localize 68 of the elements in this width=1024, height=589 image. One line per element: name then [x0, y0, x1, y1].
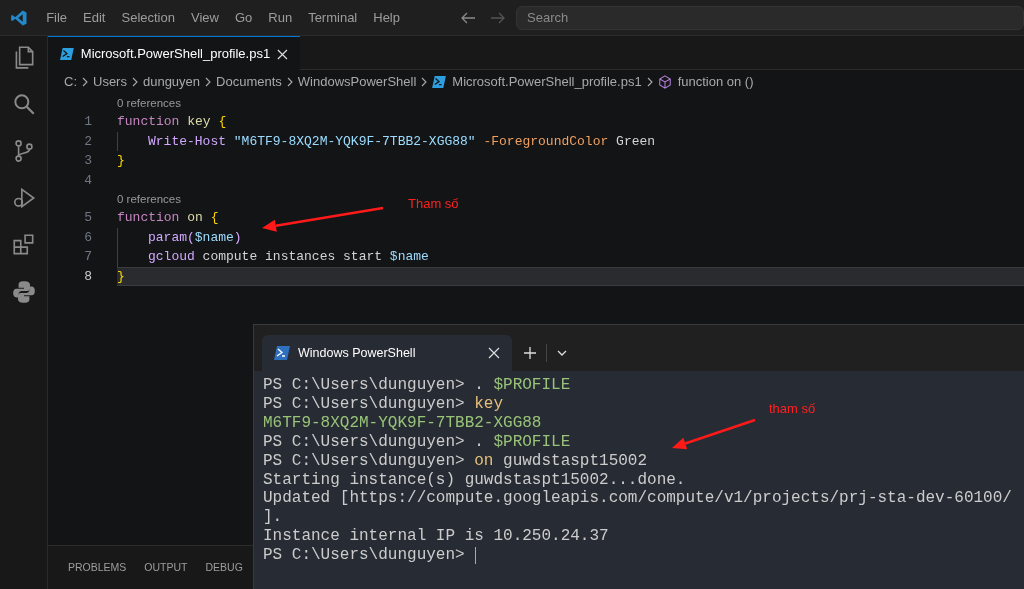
powershell-icon — [432, 76, 447, 88]
menu-item[interactable]: Selection — [113, 7, 183, 28]
panel-tab[interactable]: DEBUG — [205, 559, 243, 576]
code-line: function key { — [117, 113, 227, 131]
code-line: gcloud compute instances start $name — [148, 248, 429, 266]
breadcrumb-item[interactable]: Microsoft.PowerShell_profile.ps1 — [432, 72, 642, 92]
terminal-line: Starting instance(s) guwdstaspt15002...done. — [263, 470, 686, 490]
terminal-line: M6TF9-8XQ2M-YQK9F-7TBB2-XGG88 — [263, 413, 542, 433]
terminal-line: PS C:\Users\dunguyen> — [263, 546, 477, 566]
line-number: 2 — [83, 132, 92, 151]
code-line: function on { — [117, 209, 219, 227]
python-icon[interactable] — [10, 279, 37, 305]
terminal-line: PS C:\Users\dunguyen> key — [263, 394, 504, 414]
terminal-line: Updated [https://compute.googleapis.com/compute/v1/projects/prj-sta-dev-60100/ — [263, 489, 1012, 509]
terminal-line: PS C:\Users\dunguyen> . $PROFILE — [263, 376, 571, 395]
menu-item[interactable]: Terminal — [300, 7, 366, 28]
cube-icon — [657, 75, 672, 89]
code-line: param($name) — [148, 228, 242, 247]
line-number: 3 — [83, 152, 92, 170]
terminal-tab-title: Windows PowerShell — [298, 344, 417, 362]
line-number: 4 — [83, 171, 92, 190]
editor-tab[interactable]: Microsoft.PowerShell_profile.ps1 — [48, 36, 300, 71]
panel-tab[interactable]: OUTPUT — [144, 559, 188, 576]
chevron-right-icon — [82, 77, 88, 87]
terminal-tab[interactable]: Windows PowerShell — [262, 335, 512, 371]
chevron-down-icon[interactable] — [557, 350, 567, 356]
code-line: Write-Host "M6TF9-8XQ2M-YQK9F-7TBB2-XGG88" -ForegroundColor Green — [148, 132, 656, 151]
powershell-icon — [60, 48, 74, 60]
breadcrumb-item[interactable]: dunguyen — [142, 72, 201, 92]
menu-item[interactable]: Help — [365, 7, 408, 28]
line-number: 8 — [83, 267, 92, 286]
chevron-right-icon — [646, 77, 653, 87]
plus-icon[interactable] — [524, 347, 536, 359]
terminal-line: PS C:\Users\dunguyen> . $PROFILE — [263, 432, 571, 452]
terminal-line: ]. — [263, 508, 283, 528]
breadcrumb-item[interactable]: Users — [93, 72, 127, 92]
breadcrumb-item[interactable]: WindowsPowerShell — [297, 72, 417, 92]
breadcrumb-item[interactable]: C: — [64, 72, 77, 92]
menu-item[interactable]: File — [38, 7, 76, 28]
chevron-right-icon — [286, 77, 293, 87]
line-number: 7 — [83, 248, 92, 266]
terminal-line: Instance internal IP is 10.250.24.37 — [263, 527, 609, 547]
vscode-logo-icon — [9, 8, 28, 27]
codelens-link[interactable]: 0 references — [117, 190, 181, 208]
search-field[interactable]: Search — [516, 5, 1024, 30]
terminal-line: PS C:\Users\dunguyen> on guwdstaspt15002 — [263, 451, 648, 471]
annotation-label: Tham số — [408, 195, 459, 213]
close-icon[interactable] — [488, 347, 500, 359]
chevron-right-icon — [205, 77, 212, 87]
line-number: 5 — [83, 209, 92, 227]
chevron-right-icon — [421, 77, 428, 87]
menu-item[interactable]: Run — [260, 7, 301, 28]
line-number: 6 — [83, 228, 92, 247]
menu-item[interactable]: Edit — [75, 7, 114, 28]
back-arrow-icon[interactable] — [460, 10, 476, 25]
close-icon[interactable] — [277, 48, 288, 60]
panel-tab[interactable]: PROBLEMS — [68, 559, 127, 576]
menu-item[interactable]: View — [182, 7, 227, 28]
breadcrumb-item[interactable]: Documents — [216, 72, 282, 92]
breadcrumb-item[interactable]: function on () — [657, 72, 754, 92]
line-number: 1 — [83, 113, 92, 131]
annotation-label: tham số — [769, 400, 816, 418]
code-line: } — [117, 267, 125, 286]
codelens-link[interactable]: 0 references — [117, 94, 181, 112]
menu-item[interactable]: Go — [226, 7, 261, 28]
powershell-icon — [274, 346, 290, 360]
chevron-right-icon — [131, 77, 138, 87]
code-line: } — [117, 152, 125, 170]
